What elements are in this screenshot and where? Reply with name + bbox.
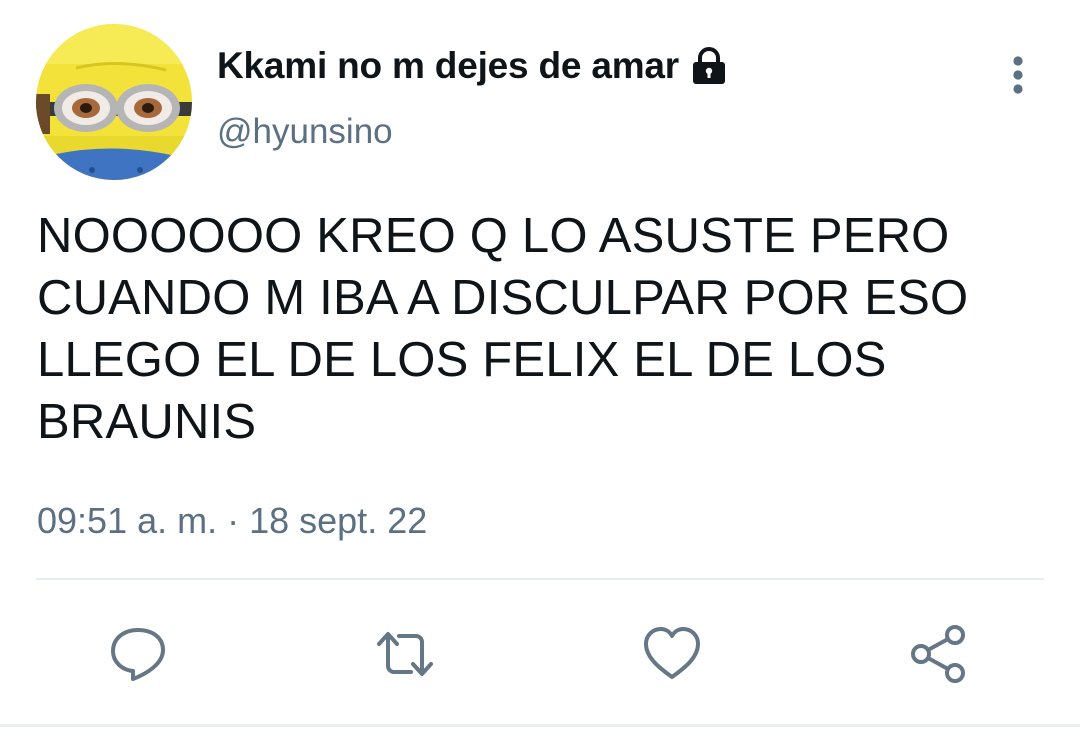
retweet-button[interactable] xyxy=(373,622,437,686)
retweet-icon xyxy=(377,632,433,676)
tweet-text: NOOOOOO KREO Q LO ASUSTE PERO CUANDO M I… xyxy=(37,209,969,449)
reply-button[interactable] xyxy=(106,622,170,686)
avatar[interactable] xyxy=(36,24,192,180)
minion-avatar-icon xyxy=(36,24,192,180)
author-display-name[interactable]: Kkami no m dejes de amar xyxy=(217,44,731,88)
display-name-text: Kkami no m dejes de amar xyxy=(217,45,679,86)
heart-icon xyxy=(644,627,700,679)
like-button[interactable] xyxy=(640,622,704,686)
lock-icon xyxy=(687,44,731,88)
share-icon xyxy=(911,625,965,683)
bottom-divider xyxy=(0,724,1080,727)
author-handle[interactable]: @hyunsino xyxy=(217,112,393,152)
more-vertical-icon[interactable] xyxy=(996,52,1040,100)
divider xyxy=(36,578,1044,580)
tweet-timestamp[interactable]: 09:51 a. m. · 18 sept. 22 xyxy=(37,500,427,542)
share-button[interactable] xyxy=(907,622,971,686)
reply-icon xyxy=(111,628,165,681)
